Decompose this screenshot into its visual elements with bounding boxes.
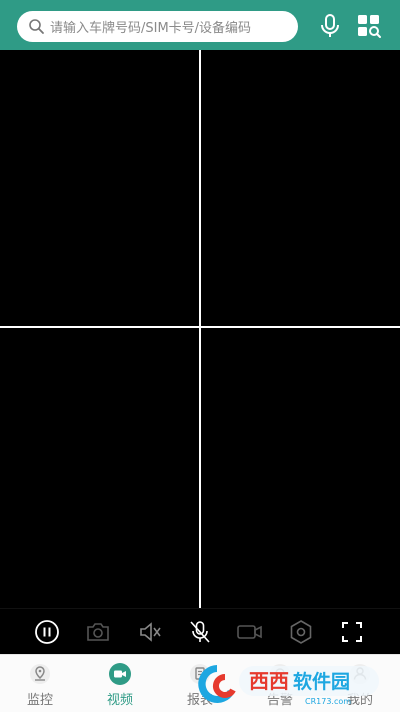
talk-button[interactable] (186, 618, 214, 646)
video-control-toolbar (0, 608, 400, 655)
top-bar: 请输入车牌号码/SIM卡号/设备编码 (0, 0, 400, 50)
watermark-logo: 西西 软件园 CR173.com (198, 665, 379, 706)
fullscreen-button[interactable] (338, 618, 366, 646)
video-pane-2[interactable] (201, 50, 400, 326)
search-input[interactable]: 请输入车牌号码/SIM卡号/设备编码 (17, 11, 298, 42)
pause-button[interactable] (33, 618, 61, 646)
search-placeholder: 请输入车牌号码/SIM卡号/设备编码 (50, 21, 252, 36)
video-pane-4[interactable] (201, 328, 400, 608)
grid-search-icon[interactable] (355, 12, 383, 40)
tab-video[interactable]: 视频 (80, 655, 160, 712)
location-icon (30, 664, 50, 684)
video-camera-icon (109, 663, 131, 685)
svg-text:软件园: 软件园 (293, 670, 350, 693)
bottom-tab-bar: 监控 视频 报表 告警 我的 西西 软件园 CR173.com (0, 654, 400, 712)
record-button[interactable] (236, 618, 264, 646)
svg-text:CR173.com: CR173.com (305, 697, 351, 706)
video-grid (0, 50, 400, 608)
search-icon (29, 19, 44, 34)
settings-hex-icon (290, 620, 312, 644)
speaker-button[interactable] (136, 618, 164, 646)
camera-icon (87, 623, 109, 641)
speaker-mute-icon (140, 622, 161, 642)
fullscreen-icon (342, 622, 362, 642)
tab-monitor[interactable]: 监控 (0, 655, 80, 712)
pause-icon (35, 620, 59, 644)
settings-button[interactable] (287, 618, 315, 646)
mic-mute-icon (190, 621, 210, 643)
video-record-icon (237, 625, 262, 639)
svg-text:西西: 西西 (249, 669, 289, 693)
video-pane-1[interactable] (0, 50, 199, 326)
tab-video-label: 视频 (106, 693, 133, 708)
snapshot-button[interactable] (84, 618, 112, 646)
video-pane-3[interactable] (0, 328, 199, 608)
grid-center-marker (194, 321, 206, 333)
microphone-icon[interactable] (316, 12, 344, 40)
tab-monitor-label: 监控 (26, 693, 53, 708)
